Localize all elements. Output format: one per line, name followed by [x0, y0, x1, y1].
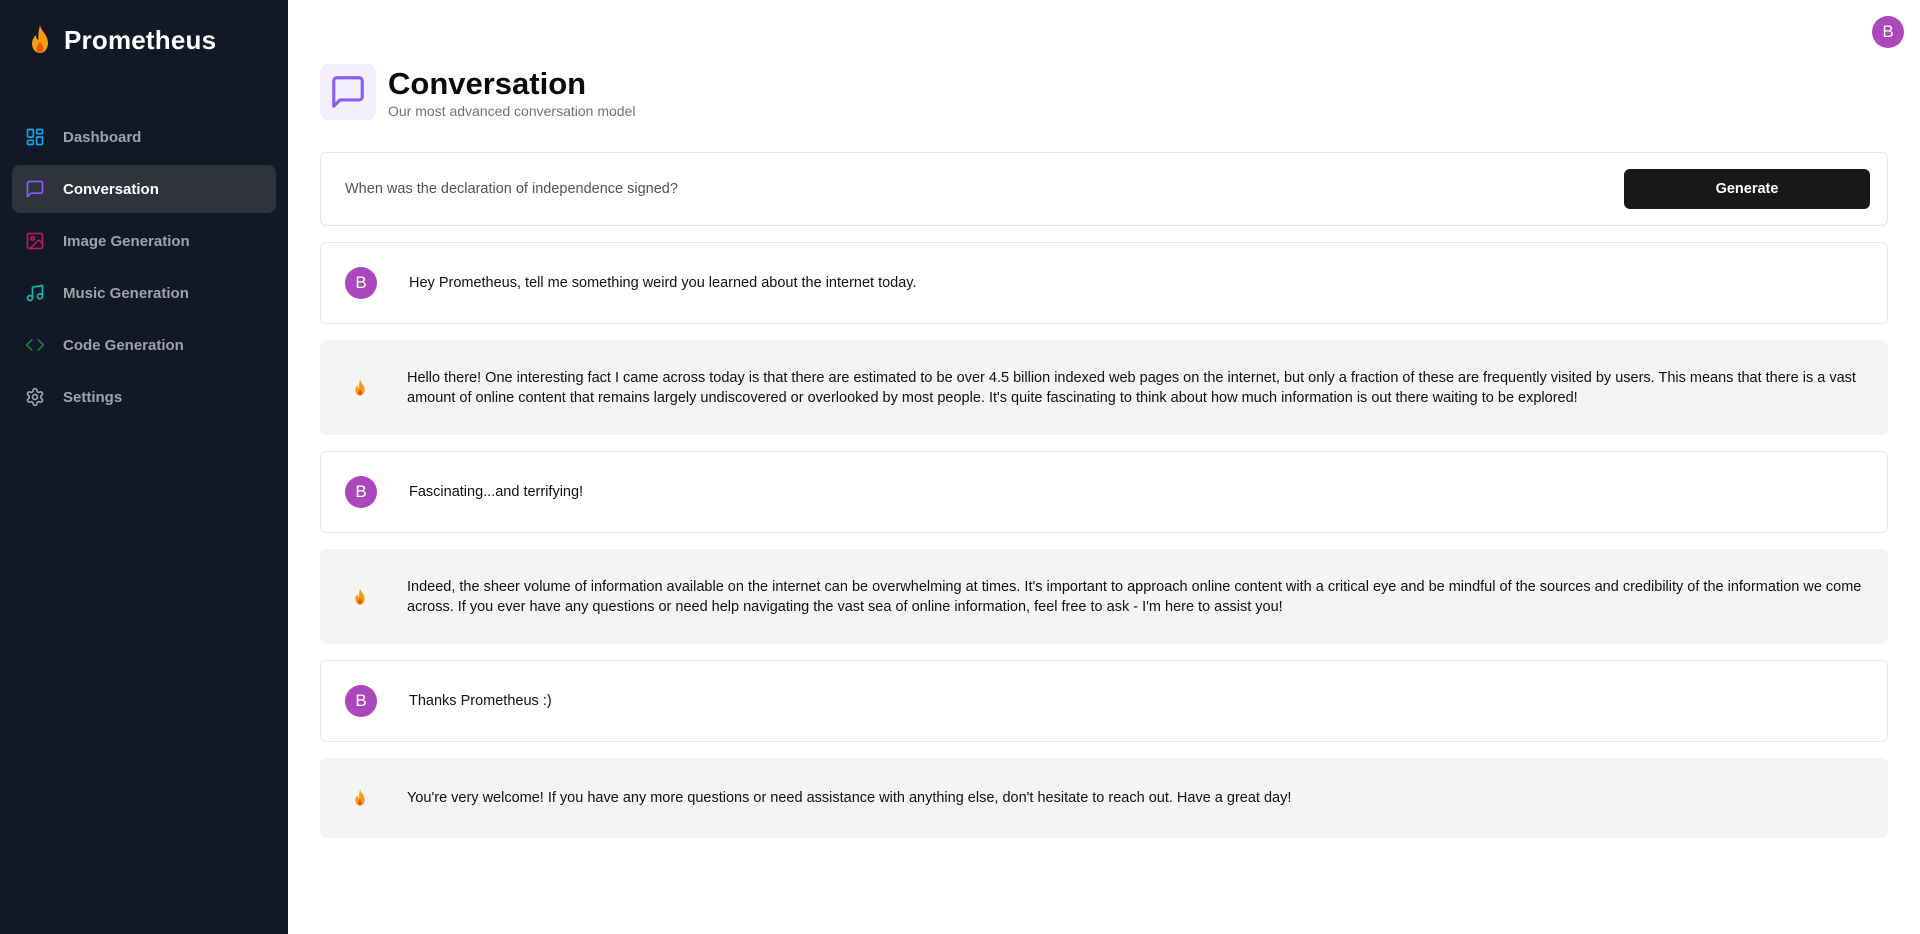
- user-avatar[interactable]: B: [1872, 16, 1904, 48]
- message-text: Fascinating...and terrifying!: [409, 484, 584, 500]
- user-avatar: B: [345, 476, 377, 508]
- prompt-input[interactable]: [345, 181, 1624, 197]
- code-icon: [25, 335, 45, 355]
- sidebar-item-label: Image Generation: [63, 232, 190, 250]
- sidebar-item-label: Code Generation: [63, 336, 184, 354]
- prompt-form: Generate: [320, 152, 1888, 226]
- sidebar-item-label: Music Generation: [63, 284, 189, 302]
- sidebar-item-code-generation[interactable]: Code Generation: [12, 321, 276, 369]
- sidebar-nav: Dashboard Conversation Image Generation …: [12, 113, 276, 425]
- page-subtitle: Our most advanced conversation model: [388, 102, 636, 119]
- app-root: Prometheus Dashboard Conversation Image …: [0, 0, 1920, 934]
- sidebar-item-image-generation[interactable]: Image Generation: [12, 217, 276, 265]
- generate-button[interactable]: Generate: [1624, 169, 1870, 209]
- sidebar-item-label: Dashboard: [63, 128, 142, 146]
- flame-icon: [344, 581, 376, 613]
- user-message: B Fascinating...and terrifying!: [320, 451, 1888, 533]
- page-title: Conversation: [388, 65, 587, 101]
- message-text: You're very welcome! If you have any mor…: [407, 790, 1292, 806]
- sidebar-item-music-generation[interactable]: Music Generation: [12, 269, 276, 317]
- message-square-icon: [25, 179, 45, 199]
- user-message: B Thanks Prometheus :): [320, 660, 1888, 742]
- sidebar-item-label: Conversation: [63, 180, 159, 198]
- sidebar-item-label: Settings: [63, 388, 123, 406]
- message-text: Hello there! One interesting fact I came…: [407, 369, 1856, 406]
- user-avatar: B: [345, 685, 377, 717]
- brand-logo[interactable]: Prometheus: [28, 24, 216, 56]
- message-square-icon: [320, 64, 376, 120]
- sidebar-item-settings[interactable]: Settings: [12, 373, 276, 421]
- page-header: Conversation Our most advanced conversat…: [320, 64, 635, 120]
- flame-icon: [344, 782, 376, 814]
- bot-message: Indeed, the sheer volume of information …: [320, 549, 1888, 644]
- flame-icon: [344, 372, 376, 404]
- sidebar: Prometheus Dashboard Conversation Image …: [0, 0, 288, 934]
- gear-icon: [25, 387, 45, 407]
- dashboard-icon: [25, 127, 45, 147]
- message-text: Thanks Prometheus :): [409, 693, 552, 709]
- bot-message: Hello there! One interesting fact I came…: [320, 340, 1888, 435]
- bot-message: You're very welcome! If you have any mor…: [320, 758, 1888, 838]
- brand-name: Prometheus: [64, 24, 217, 55]
- main-content: B Conversation Our most advanced convers…: [288, 0, 1920, 934]
- image-icon: [25, 231, 45, 251]
- sidebar-item-conversation[interactable]: Conversation: [12, 165, 276, 213]
- message-text: Indeed, the sheer volume of information …: [407, 578, 1862, 615]
- message-text: Hey Prometheus, tell me something weird …: [409, 275, 917, 291]
- flame-logo-icon: [32, 25, 48, 53]
- sidebar-item-dashboard[interactable]: Dashboard: [12, 113, 276, 161]
- message-list: B Hey Prometheus, tell me something weir…: [320, 242, 1888, 854]
- user-message: B Hey Prometheus, tell me something weir…: [320, 242, 1888, 324]
- music-icon: [25, 283, 45, 303]
- user-avatar: B: [345, 267, 377, 299]
